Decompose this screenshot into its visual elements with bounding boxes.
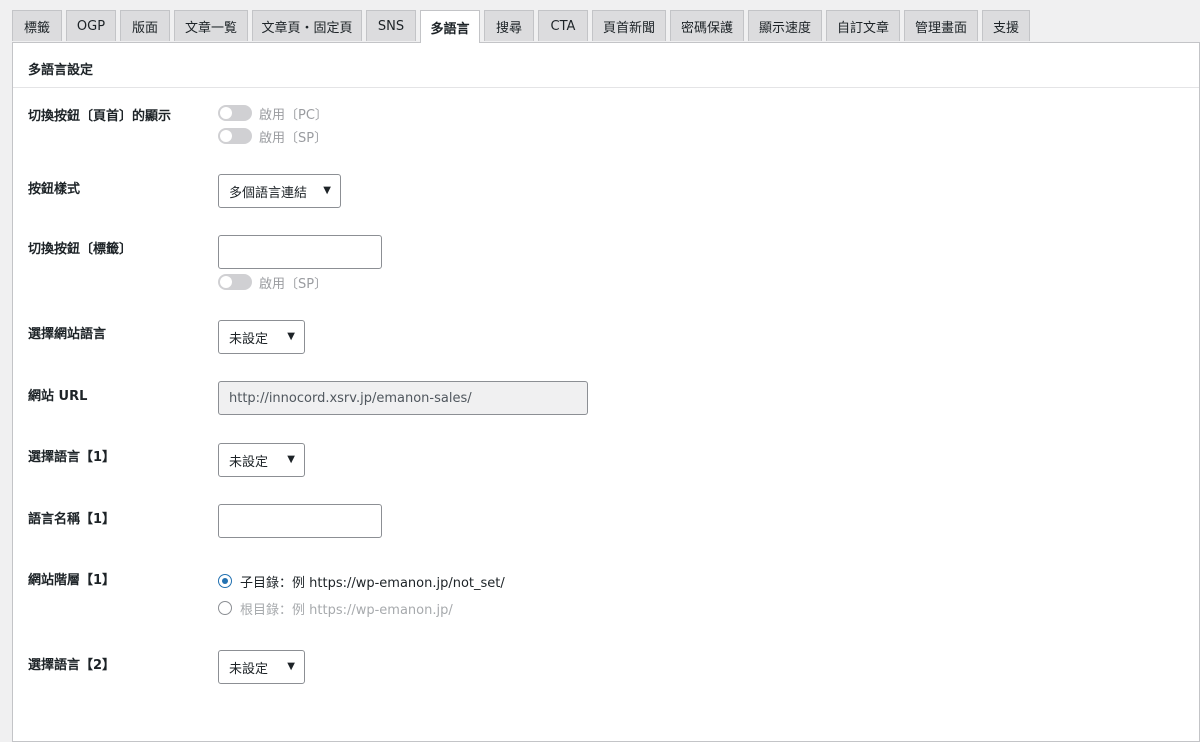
button-style-select[interactable]: 多個語言連結 ▼ bbox=[218, 174, 341, 208]
toggle-knob bbox=[220, 130, 232, 142]
radio-subdir[interactable] bbox=[218, 574, 232, 588]
tab-post-page[interactable]: 文章頁・固定頁 bbox=[252, 10, 362, 41]
site-url-label: 網站 URL bbox=[28, 389, 88, 404]
select-language-2-value: 未設定 bbox=[229, 661, 269, 677]
settings-panel: 多語言設定 切換按鈕〔頁首〕的顯示 啟用〔PC〕 啟用〔SP〕 按鈕樣式 多個語… bbox=[12, 42, 1200, 742]
switch-tag-input[interactable] bbox=[218, 235, 382, 269]
toggle-row-sp: 啟用〔SP〕 bbox=[218, 127, 328, 146]
tab-cta[interactable]: CTA bbox=[538, 10, 588, 41]
toggle-knob bbox=[220, 276, 232, 288]
site-url-field: http://innocord.xsrv.jp/emanon-sales/ bbox=[218, 381, 588, 415]
switch-display-label: 切換按鈕〔頁首〕的顯示 bbox=[28, 109, 172, 124]
tab-ogp[interactable]: OGP bbox=[66, 10, 116, 41]
dropdown-arrow-icon: ▼ bbox=[287, 331, 295, 342]
site-language-value: 未設定 bbox=[229, 331, 269, 347]
dropdown-arrow-icon: ▼ bbox=[287, 454, 295, 465]
select-language-1-label: 選擇語言【1】 bbox=[28, 450, 116, 465]
radio-dot bbox=[222, 578, 228, 584]
site-hierarchy-1-label: 網站階層【1】 bbox=[28, 573, 116, 588]
settings-tab-bar: 標籤 OGP 版面 文章一覧 文章頁・固定頁 SNS 多語言 搜尋 CTA 頁首… bbox=[12, 10, 1030, 43]
toggle-label-tag-sp: 啟用〔SP〕 bbox=[259, 276, 328, 292]
tab-display-speed[interactable]: 顯示速度 bbox=[748, 10, 822, 41]
switch-tag-label: 切換按鈕〔標籤〕 bbox=[28, 242, 133, 257]
section-title: 多語言設定 bbox=[28, 63, 94, 78]
tab-sns[interactable]: SNS bbox=[366, 10, 416, 41]
select-language-2-select[interactable]: 未設定 ▼ bbox=[218, 650, 305, 684]
tab-admin-screen[interactable]: 管理畫面 bbox=[904, 10, 978, 41]
tab-support[interactable]: 支援 bbox=[982, 10, 1030, 41]
button-style-label: 按鈕樣式 bbox=[28, 182, 81, 197]
radio-root[interactable] bbox=[218, 601, 232, 615]
section-divider bbox=[13, 87, 1199, 88]
toggle-switch-sp[interactable] bbox=[218, 128, 252, 144]
radio-row-subdir: 子目錄：例 https://wp-emanon.jp/not_set/ bbox=[218, 572, 505, 591]
dropdown-arrow-icon: ▼ bbox=[323, 185, 331, 196]
toggle-knob bbox=[220, 107, 232, 119]
tab-post-list[interactable]: 文章一覧 bbox=[174, 10, 248, 41]
toggle-row-tag-sp: 啟用〔SP〕 bbox=[218, 273, 328, 292]
button-style-value: 多個語言連結 bbox=[229, 185, 308, 201]
toggle-switch-tag-sp[interactable] bbox=[218, 274, 252, 290]
toggle-switch-pc[interactable] bbox=[218, 105, 252, 121]
radio-subdir-label: 子目錄：例 https://wp-emanon.jp/not_set/ bbox=[240, 575, 505, 591]
tab-custom-post[interactable]: 自訂文章 bbox=[826, 10, 900, 41]
tab-layout[interactable]: 版面 bbox=[120, 10, 170, 41]
language-name-1-input[interactable] bbox=[218, 504, 382, 538]
language-name-1-label: 語言名稱【1】 bbox=[28, 512, 116, 527]
tab-tags[interactable]: 標籤 bbox=[12, 10, 62, 41]
toggle-label-pc: 啟用〔PC〕 bbox=[259, 107, 328, 123]
radio-root-label: 根目錄：例 https://wp-emanon.jp/ bbox=[240, 602, 453, 618]
toggle-row-pc: 啟用〔PC〕 bbox=[218, 104, 328, 123]
select-language-1-value: 未設定 bbox=[229, 454, 269, 470]
site-language-select[interactable]: 未設定 ▼ bbox=[218, 320, 305, 354]
tab-header-news[interactable]: 頁首新聞 bbox=[592, 10, 666, 41]
select-language-1-select[interactable]: 未設定 ▼ bbox=[218, 443, 305, 477]
toggle-label-sp: 啟用〔SP〕 bbox=[259, 130, 328, 146]
tab-multilingual[interactable]: 多語言 bbox=[420, 10, 480, 43]
select-language-2-label: 選擇語言【2】 bbox=[28, 658, 116, 673]
radio-row-root: 根目錄：例 https://wp-emanon.jp/ bbox=[218, 599, 453, 618]
tab-password-protect[interactable]: 密碼保護 bbox=[670, 10, 744, 41]
site-language-label: 選擇網站語言 bbox=[28, 327, 107, 342]
dropdown-arrow-icon: ▼ bbox=[287, 661, 295, 672]
tab-search[interactable]: 搜尋 bbox=[484, 10, 534, 41]
